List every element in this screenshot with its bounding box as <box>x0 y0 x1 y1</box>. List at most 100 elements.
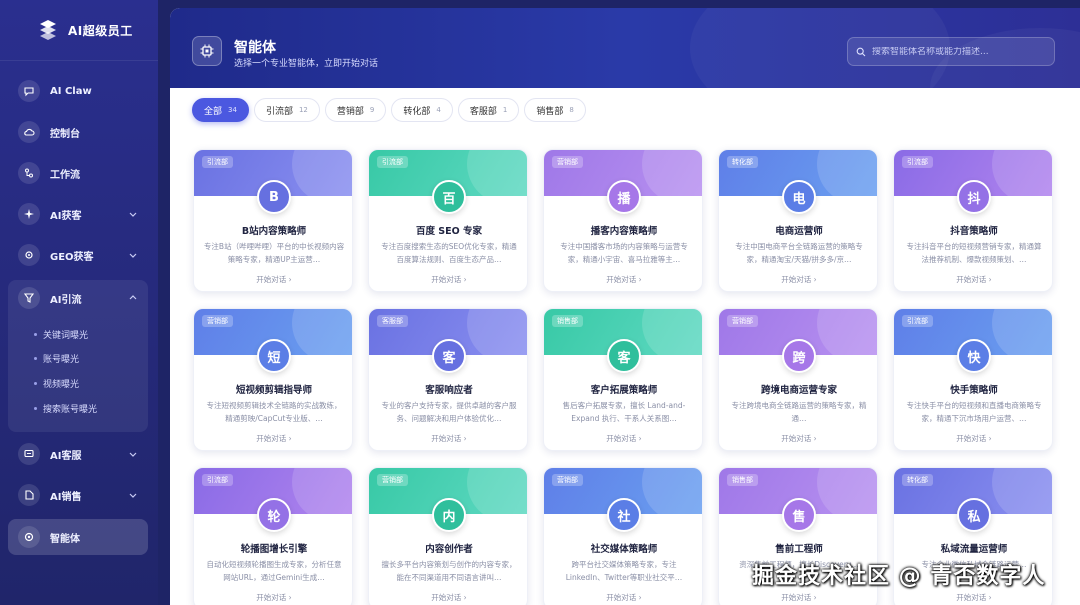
funnel-icon <box>18 287 40 309</box>
start-chat-link[interactable]: 开始对话 › <box>194 274 352 285</box>
start-chat-link[interactable]: 开始对话 › <box>894 592 1052 603</box>
agent-avatar: 电 <box>782 180 816 214</box>
agent-card[interactable]: 营销部内内容创作者 擅长多平台内容策划与创作的内容专家，能在不同渠道用不同语言讲叫… <box>368 467 528 605</box>
sidebar-item-ai-acquire[interactable]: AI获客 <box>8 196 148 232</box>
agent-avatar: 跨 <box>782 339 816 373</box>
tab-all[interactable]: 全部 34 <box>192 98 249 122</box>
tab-conversion-dept[interactable]: 转化部 4 <box>391 98 453 122</box>
sidebar-item-geo-acquire[interactable]: GEO获客 <box>8 237 148 273</box>
agent-description: 跨平台社交媒体策略专家，专注LinkedIn、Twitter等职业社交平… <box>565 560 683 582</box>
chevron-down-icon <box>129 452 137 457</box>
chevron-down-icon <box>129 212 137 217</box>
agent-avatar: 内 <box>432 498 466 532</box>
bot-icon <box>18 526 40 548</box>
page-header: 智能体 选择一个专业智能体，立即开始对话 <box>170 8 1080 88</box>
search-icon <box>856 47 866 56</box>
agent-avatar: 社 <box>607 498 641 532</box>
sidebar-subitem-label: 视频曝光 <box>43 380 80 390</box>
tab-count: 1 <box>502 106 508 114</box>
start-chat-link[interactable]: 开始对话 › <box>194 592 352 603</box>
filter-tabs: 全部 34 引流部 12 营销部 9 转化部 4 客服部 1 销售部 8 <box>192 98 586 122</box>
bullet <box>34 407 37 410</box>
agent-name: 短视频剪辑指导师 <box>235 385 312 396</box>
search-box[interactable] <box>847 37 1055 66</box>
start-chat-link[interactable]: 开始对话 › <box>194 433 352 444</box>
start-chat-link[interactable]: 开始对话 › <box>719 433 877 444</box>
workflow-icon <box>18 162 40 184</box>
agent-card[interactable]: 引流部抖抖音策略师 专注抖音平台的短视频营销专家，精通算法推荐机制、爆款视频策划、… <box>893 149 1053 292</box>
sidebar-subitem-account-exposure[interactable]: 账号曝光 <box>34 352 79 365</box>
agent-card[interactable]: 引流部轮轮播图增长引擎 自动化短视频轮播图生成专家，分析任意网站URL，通过Gem… <box>193 467 353 605</box>
chevron-down-icon <box>129 253 137 258</box>
department-tag: 营销部 <box>727 315 758 327</box>
sidebar-item-ai-traffic[interactable]: AI引流 <box>8 280 148 316</box>
start-chat-link[interactable]: 开始对话 › <box>894 433 1052 444</box>
agent-card[interactable]: 销售部客客户拓展策略师 售后客户拓展专家，擅长 Land-and-Expand 执… <box>543 308 703 451</box>
tab-support-dept[interactable]: 客服部 1 <box>457 98 520 122</box>
agent-avatar: 售 <box>782 498 816 532</box>
sidebar-item-ai-support[interactable]: AI客服 <box>8 436 148 472</box>
agent-card[interactable]: 营销部跨跨境电商运营专家 专注跨境电商全链路运营的策略专家，精通… 开始对话 › <box>718 308 878 451</box>
start-chat-link[interactable]: 开始对话 › <box>544 592 702 603</box>
sidebar-item-workflow[interactable]: 工作流 <box>8 155 148 191</box>
agent-description: 专注快手平台的短视频和直播电商策略专家，精通下沉市场用户运营、… <box>906 401 1042 423</box>
department-tag: 客服部 <box>377 315 408 327</box>
agent-card[interactable]: 引流部 B B站内容策略师 专注B站（哔哩哔哩）平台的中长视频内容策略专家，精通UP主… <box>193 149 353 292</box>
sidebar-divider <box>0 60 158 61</box>
agent-description: 售后客户拓展专家，擅长 Land-and-Expand 执行、干系人关系图… <box>562 401 686 423</box>
tag-icon <box>18 484 40 506</box>
agent-name: 客服响应者 <box>425 385 473 396</box>
watermark: 掘金技术社区 @ 青否数字人 <box>752 564 1046 589</box>
agent-card[interactable]: 引流部快快手策略师 专注快手平台的短视频和直播电商策略专家，精通下沉市场用户运营、… <box>893 308 1053 451</box>
main-panel: 智能体 选择一个专业智能体，立即开始对话 全部 34 引流部 12 营销部 9 … <box>170 8 1080 605</box>
agent-avatar: 抖 <box>957 180 991 214</box>
sidebar-item-label: AI销售 <box>50 491 82 503</box>
sidebar-item-ai-claw[interactable]: AI Claw <box>8 73 148 109</box>
agent-card[interactable]: 引流部百百度 SEO 专家 专注百度搜索生态的SEO优化专家，精通百度算法规则、百… <box>368 149 528 292</box>
start-chat-link[interactable]: 开始对话 › <box>719 274 877 285</box>
start-chat-link[interactable]: 开始对话 › <box>544 274 702 285</box>
department-tag: 引流部 <box>202 474 233 486</box>
sidebar-subitem-keyword-exposure[interactable]: 关键词曝光 <box>34 328 88 341</box>
agent-name: 跨境电商运营专家 <box>760 385 837 396</box>
sidebar-item-ai-sales[interactable]: AI销售 <box>8 477 148 513</box>
page-subtitle: 选择一个专业智能体，立即开始对话 <box>234 59 379 69</box>
agent-card[interactable]: 客服部客客服响应者 专业的客户支持专家，提供卓越的客户服务、问题解决和用户体验优化… <box>368 308 528 451</box>
department-tag: 引流部 <box>902 156 933 168</box>
start-chat-link[interactable]: 开始对话 › <box>719 592 877 603</box>
agent-name: 抖音策略师 <box>950 226 998 237</box>
sidebar-item-agents[interactable]: 智能体 <box>8 519 148 555</box>
agent-card[interactable]: 营销部播播客内容策略师 专注中国播客市场的内容策略与运营专家，精通小宇宙、喜马拉雅… <box>543 149 703 292</box>
chip-icon <box>192 36 222 66</box>
agent-name: 播客内容策略师 <box>590 226 658 237</box>
tab-traffic-dept[interactable]: 引流部 12 <box>253 98 320 122</box>
agent-name: 内容创作者 <box>425 544 473 555</box>
agent-card[interactable]: 营销部社社交媒体策略师 跨平台社交媒体策略专家，专注LinkedIn、Twitte… <box>543 467 703 605</box>
department-tag: 销售部 <box>727 474 758 486</box>
agent-card[interactable]: 转化部电电商运营师 专注中国电商平台全链路运营的策略专家，精通淘宝/天猫/拼多多/… <box>718 149 878 292</box>
agent-name: 社交媒体策略师 <box>590 544 658 555</box>
start-chat-link[interactable]: 开始对话 › <box>369 433 527 444</box>
brand[interactable]: AI超级员工 <box>36 18 133 42</box>
tab-marketing-dept[interactable]: 营销部 9 <box>324 98 387 122</box>
sidebar-subitem-video-exposure[interactable]: 视频曝光 <box>34 377 79 390</box>
page-title: 智能体 <box>234 40 276 56</box>
chat-icon <box>18 80 40 102</box>
agent-avatar: 客 <box>607 339 641 373</box>
search-input[interactable] <box>872 46 1052 57</box>
tab-count: 4 <box>436 106 441 114</box>
start-chat-link[interactable]: 开始对话 › <box>544 433 702 444</box>
department-tag: 引流部 <box>202 156 233 168</box>
agent-description: 专注百度搜索生态的SEO优化专家，精通百度算法规则、百度生态产品… <box>381 242 517 264</box>
agent-card[interactable]: 营销部短短视频剪辑指导师 专注短视频剪辑技术全链路的实战教练，精通剪映/CapCu… <box>193 308 353 451</box>
sidebar-subitem-search-account-exposure[interactable]: 搜索账号曝光 <box>34 402 97 415</box>
start-chat-link[interactable]: 开始对话 › <box>894 274 1052 285</box>
tab-label: 销售部 <box>536 106 564 117</box>
brand-name: AI超级员工 <box>68 23 133 38</box>
department-tag: 营销部 <box>377 474 408 486</box>
tab-sales-dept[interactable]: 销售部 8 <box>524 98 586 122</box>
start-chat-link[interactable]: 开始对话 › <box>369 274 527 285</box>
sidebar-item-console[interactable]: 控制台 <box>8 114 148 150</box>
sidebar-subitem-label: 账号曝光 <box>43 355 80 365</box>
start-chat-link[interactable]: 开始对话 › <box>369 592 527 603</box>
